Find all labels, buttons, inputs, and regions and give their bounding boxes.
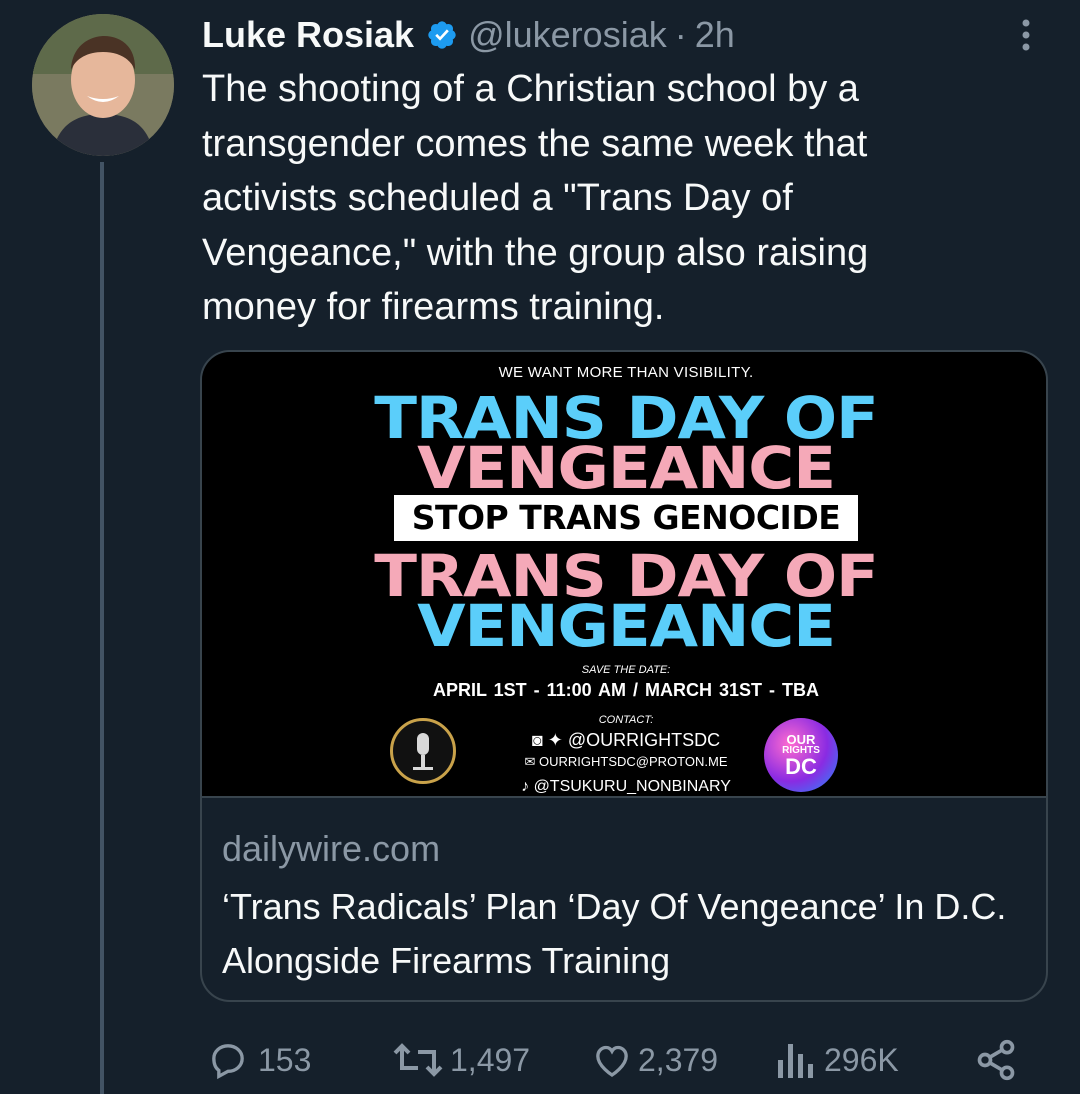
- verified-badge-icon: [426, 19, 458, 51]
- poster-contact-other: ♪ @TSUKURU_NONBINARY: [202, 778, 1046, 796]
- share-button[interactable]: [974, 1032, 1024, 1088]
- logo-text-1: OUR: [786, 731, 816, 747]
- reply-button[interactable]: 153: [204, 1032, 311, 1088]
- reply-count: 153: [258, 1041, 312, 1078]
- avatar[interactable]: [32, 14, 174, 156]
- poster-save-the-date: SAVE THE DATE:: [581, 664, 671, 676]
- views-icon: [778, 1044, 813, 1078]
- poster-contact-email: ✉ OURRIGHTSDC@PROTON.ME: [202, 754, 1046, 770]
- card-image[interactable]: WE WANT MORE THAN VISIBILITY. TRANS DAY …: [202, 352, 1046, 796]
- poster-dates: APRIL 1ST - 11:00 AM / MARCH 31ST - TBA: [432, 680, 820, 700]
- like-button[interactable]: 2,379: [592, 1032, 718, 1088]
- card-title: ‘Trans Radicals’ Plan ‘Day Of Vengeance’…: [222, 886, 1007, 981]
- share-icon: [977, 1039, 1015, 1081]
- card-meta[interactable]: dailywire.com ‘Trans Radicals’ Plan ‘Day…: [202, 796, 1046, 1000]
- twitter-icon: ✦: [547, 730, 563, 750]
- poster-contact-social-text: @OURRIGHTSDC: [567, 730, 721, 750]
- mail-icon: ✉: [524, 754, 536, 769]
- more-options-icon[interactable]: [1006, 10, 1046, 60]
- link-card[interactable]: WE WANT MORE THAN VISIBILITY. TRANS DAY …: [200, 350, 1048, 1002]
- tweet-actions: 153 1,497 2,379 296K: [200, 1032, 1030, 1088]
- author-name[interactable]: Luke Rosiak: [202, 14, 414, 56]
- poster-contact-label: CONTACT:: [598, 714, 654, 726]
- tweet-text: The shooting of a Christian school by a …: [202, 68, 869, 328]
- tiktok-icon: ♪: [521, 778, 530, 795]
- like-count: 2,379: [638, 1041, 719, 1078]
- poster-banner: STOP TRANS GENOCIDE: [394, 495, 858, 541]
- separator: ·: [674, 14, 687, 55]
- like-icon: [596, 1045, 628, 1077]
- author-handle[interactable]: @lukerosiak: [468, 14, 667, 56]
- poster-contact-email-text: OURRIGHTSDC@PROTON.ME: [539, 754, 728, 769]
- microphone-logo-icon: [390, 718, 456, 784]
- poster-contact-social: ◙ ✦ @OURRIGHTSDC: [202, 730, 1046, 751]
- card-domain: dailywire.com: [222, 828, 441, 869]
- poster-contact-other-text: @TSUKURU_NONBINARY: [533, 778, 731, 795]
- poster-tagline: WE WANT MORE THAN VISIBILITY.: [498, 364, 754, 381]
- retweet-button[interactable]: 1,497: [392, 1032, 530, 1088]
- retweet-icon: [393, 1043, 443, 1077]
- timestamp[interactable]: 2h: [695, 14, 735, 56]
- avatar-image: [32, 14, 174, 156]
- views-button[interactable]: 296K: [774, 1032, 899, 1088]
- our-rights-dc-logo: OUR RIGHTS DC: [764, 718, 838, 792]
- views-count: 296K: [824, 1041, 899, 1078]
- poster-banner-wrap: STOP TRANS GENOCIDE: [202, 495, 1046, 541]
- retweet-count: 1,497: [450, 1041, 531, 1078]
- poster-headline-2: VENGEANCE: [417, 434, 836, 502]
- logo-text-3: DC: [785, 753, 817, 779]
- thread-line: [100, 162, 104, 1094]
- instagram-icon: ◙: [531, 730, 543, 750]
- reply-icon: [212, 1044, 244, 1080]
- poster-headline-4: VENGEANCE: [417, 592, 836, 660]
- tweet-header: Luke Rosiak @lukerosiak · 2h: [202, 10, 1060, 60]
